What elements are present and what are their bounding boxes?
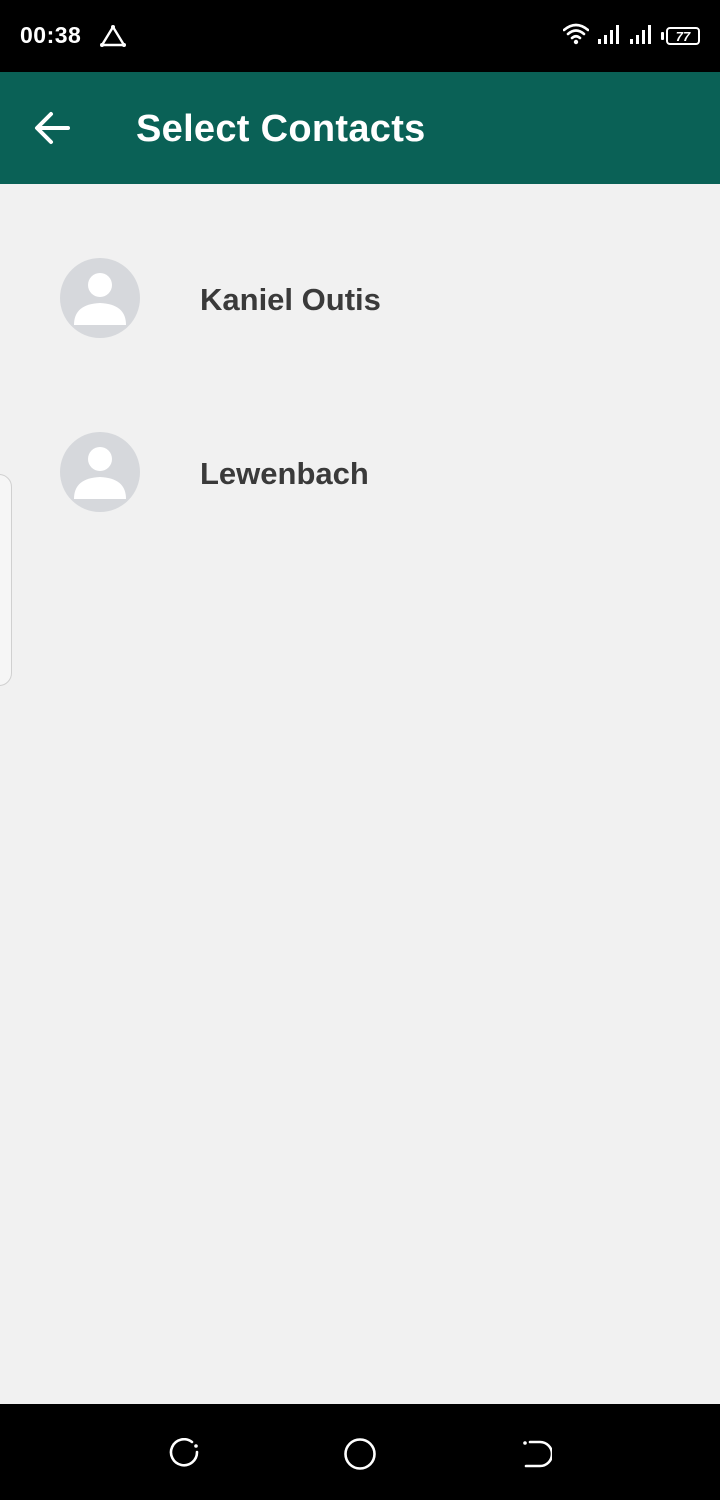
contact-name: Kaniel Outis <box>200 282 381 317</box>
back-button[interactable] <box>26 102 78 154</box>
contact-item[interactable]: Lewenbach <box>0 358 720 532</box>
recents-icon <box>169 1438 199 1467</box>
contact-name: Lewenbach <box>200 456 369 491</box>
navigation-bar <box>0 1404 720 1500</box>
wifi-icon <box>562 23 590 50</box>
signal-icon <box>629 24 653 49</box>
status-time: 00:38 <box>20 22 82 48</box>
back-nav-button[interactable] <box>516 1434 556 1474</box>
home-button[interactable] <box>340 1434 380 1474</box>
contact-item[interactable]: Kaniel Outis <box>0 184 720 358</box>
back-icon <box>523 1440 552 1468</box>
page-title: Select Contacts <box>136 108 426 150</box>
battery-level: 77 <box>666 27 700 45</box>
contact-list: Kaniel Outis Lewenbach <box>0 184 720 532</box>
signal-icon <box>597 24 621 49</box>
recents-button[interactable] <box>164 1434 204 1474</box>
person-placeholder-icon <box>60 432 140 512</box>
person-placeholder-icon <box>60 258 140 338</box>
alert-triangle-icon <box>100 24 126 48</box>
home-icon <box>344 1438 376 1470</box>
arrow-left-icon <box>35 112 70 144</box>
status-icons: 77 <box>562 22 700 50</box>
edge-panel-handle[interactable] <box>0 474 12 686</box>
app-bar: Select Contacts <box>0 72 720 184</box>
status-bar: 00:38 77 <box>0 0 720 72</box>
battery-icon: 77 <box>661 27 700 45</box>
